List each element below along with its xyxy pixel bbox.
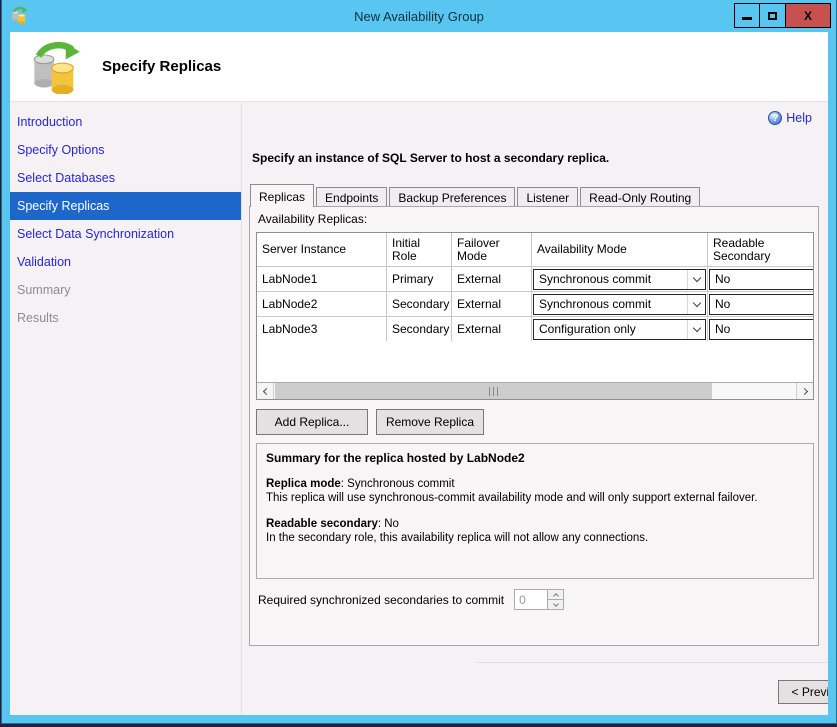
table-row[interactable]: LabNode2 Secondary External Synchronous …: [257, 291, 813, 316]
readable-secondary-label: Readable secondary: [266, 518, 378, 530]
maximize-button[interactable]: [759, 4, 785, 27]
new-availability-group-window: New Availability Group X: [2, 0, 836, 723]
readable-secondary-dropdown[interactable]: No: [709, 294, 814, 315]
horizontal-scrollbar[interactable]: [257, 382, 813, 399]
title-bar[interactable]: New Availability Group X: [2, 0, 836, 32]
sidebar-item-specify-options[interactable]: Specify Options: [10, 136, 241, 164]
col-header-readable-secondary[interactable]: Readable Secondary: [708, 233, 814, 266]
cell-failover-mode: External: [452, 267, 532, 291]
replica-summary-panel: Summary for the replica hosted by LabNod…: [256, 443, 814, 579]
chevron-left-icon: [262, 387, 269, 394]
chevron-up-icon: [553, 593, 559, 599]
required-secondaries-spinner[interactable]: 0: [514, 589, 564, 610]
chevron-down-icon: [687, 270, 705, 289]
tab-strip: Replicas Endpoints Backup Preferences Li…: [250, 184, 702, 207]
page-title: Specify Replicas: [102, 58, 221, 75]
tab-listener[interactable]: Listener: [517, 187, 578, 207]
help-label: Help: [786, 111, 812, 125]
summary-title: Summary for the replica hosted by LabNod…: [266, 451, 804, 465]
availability-replicas-grid[interactable]: Server Instance Initial Role Failover Mo…: [256, 232, 814, 400]
readable-secondary-description: In the secondary role, this availability…: [266, 532, 648, 544]
sidebar-item-results: Results: [10, 304, 241, 332]
close-button[interactable]: X: [785, 4, 830, 27]
chevron-down-icon: [553, 601, 559, 607]
col-header-initial-role[interactable]: Initial Role: [387, 233, 452, 266]
availability-mode-value: Synchronous commit: [534, 272, 687, 286]
availability-mode-dropdown[interactable]: Configuration only: [533, 319, 706, 340]
remove-replica-button[interactable]: Remove Replica: [376, 409, 484, 435]
cell-initial-role: Secondary: [387, 292, 452, 316]
col-header-failover-mode[interactable]: Failover Mode: [452, 233, 532, 266]
availability-mode-dropdown[interactable]: Synchronous commit: [533, 269, 706, 290]
help-icon: ?: [768, 111, 782, 125]
summary-readable-secondary: Readable secondary: No In the secondary …: [266, 517, 804, 545]
help-link[interactable]: ? Help: [768, 111, 812, 125]
sidebar-item-introduction[interactable]: Introduction: [10, 108, 241, 136]
required-secondaries-row: Required synchronized secondaries to com…: [258, 589, 564, 610]
tab-replicas[interactable]: Replicas: [250, 184, 314, 207]
availability-mode-value: Synchronous commit: [534, 297, 687, 311]
tab-backup-preferences[interactable]: Backup Preferences: [389, 187, 515, 207]
spinner-value: 0: [515, 590, 547, 609]
sidebar-item-specify-replicas[interactable]: Specify Replicas: [10, 192, 241, 220]
scrollbar-thumb[interactable]: [275, 383, 712, 399]
readable-secondary-dropdown[interactable]: No: [709, 269, 814, 290]
chevron-right-icon: [800, 387, 807, 394]
scroll-right-button[interactable]: [796, 383, 813, 399]
minimize-icon: [742, 17, 752, 20]
chevron-down-icon: [687, 295, 705, 314]
window-title: New Availability Group: [2, 9, 836, 24]
grid-empty-area: [257, 341, 813, 383]
table-row[interactable]: LabNode1 Primary External Synchronous co…: [257, 266, 813, 291]
sidebar-item-select-databases[interactable]: Select Databases: [10, 164, 241, 192]
cell-server-instance: LabNode2: [257, 292, 387, 316]
wizard-header: Specify Replicas: [10, 32, 828, 102]
sidebar-item-select-data-sync[interactable]: Select Data Synchronization: [10, 220, 241, 248]
cell-initial-role: Secondary: [387, 317, 452, 341]
availability-mode-dropdown[interactable]: Synchronous commit: [533, 294, 706, 315]
replicas-tab-panel: Availability Replicas: Server Instance I…: [249, 206, 819, 646]
cell-initial-role: Primary: [387, 267, 452, 291]
wizard-footer: < Previous Next > Cancel: [476, 662, 828, 715]
cell-failover-mode: External: [452, 292, 532, 316]
cell-failover-mode: External: [452, 317, 532, 341]
desktop-background: New Availability Group X: [0, 0, 837, 727]
required-secondaries-label: Required synchronized secondaries to com…: [258, 593, 504, 607]
maximize-icon: [768, 12, 777, 20]
availability-replicas-label: Availability Replicas:: [258, 212, 367, 226]
window-controls: X: [734, 3, 831, 28]
summary-replica-mode: Replica mode: Synchronous commit This re…: [266, 477, 804, 505]
tab-read-only-routing[interactable]: Read-Only Routing: [580, 187, 700, 207]
scrollbar-grip-icon: [489, 387, 498, 396]
instruction-text: Specify an instance of SQL Server to hos…: [252, 151, 609, 165]
previous-button[interactable]: < Previous: [778, 680, 828, 704]
add-replica-button[interactable]: Add Replica...: [256, 409, 368, 435]
spinner-arrows: [547, 590, 563, 609]
sidebar-item-validation[interactable]: Validation: [10, 248, 241, 276]
availability-group-window-icon: [11, 7, 28, 24]
cell-server-instance: LabNode3: [257, 317, 387, 341]
tab-endpoints[interactable]: Endpoints: [316, 187, 387, 207]
availability-mode-value: Configuration only: [534, 322, 687, 336]
grid-header-row: Server Instance Initial Role Failover Mo…: [257, 233, 813, 266]
wizard-steps-sidebar: Introduction Specify Options Select Data…: [10, 103, 242, 715]
replica-mode-description: This replica will use synchronous-commit…: [266, 492, 758, 504]
specify-replicas-icon: [30, 42, 82, 94]
spinner-up-button[interactable]: [548, 590, 563, 600]
cell-server-instance: LabNode1: [257, 267, 387, 291]
minimize-button[interactable]: [735, 4, 759, 27]
col-header-server-instance[interactable]: Server Instance: [257, 233, 387, 266]
col-header-availability-mode[interactable]: Availability Mode: [532, 233, 708, 266]
client-area: Specify Replicas Introduction Specify Op…: [10, 32, 828, 715]
replica-mode-value: : Synchronous commit: [341, 478, 455, 490]
wizard-content: ? Help Specify an instance of SQL Server…: [243, 103, 828, 715]
scroll-left-button[interactable]: [257, 383, 274, 399]
sidebar-item-summary: Summary: [10, 276, 241, 304]
readable-secondary-value: : No: [378, 518, 399, 530]
replica-mode-label: Replica mode: [266, 478, 341, 490]
spinner-down-button[interactable]: [548, 600, 563, 609]
chevron-down-icon: [687, 320, 705, 339]
readable-secondary-dropdown[interactable]: No: [709, 319, 814, 340]
table-row[interactable]: LabNode3 Secondary External Configuratio…: [257, 316, 813, 341]
